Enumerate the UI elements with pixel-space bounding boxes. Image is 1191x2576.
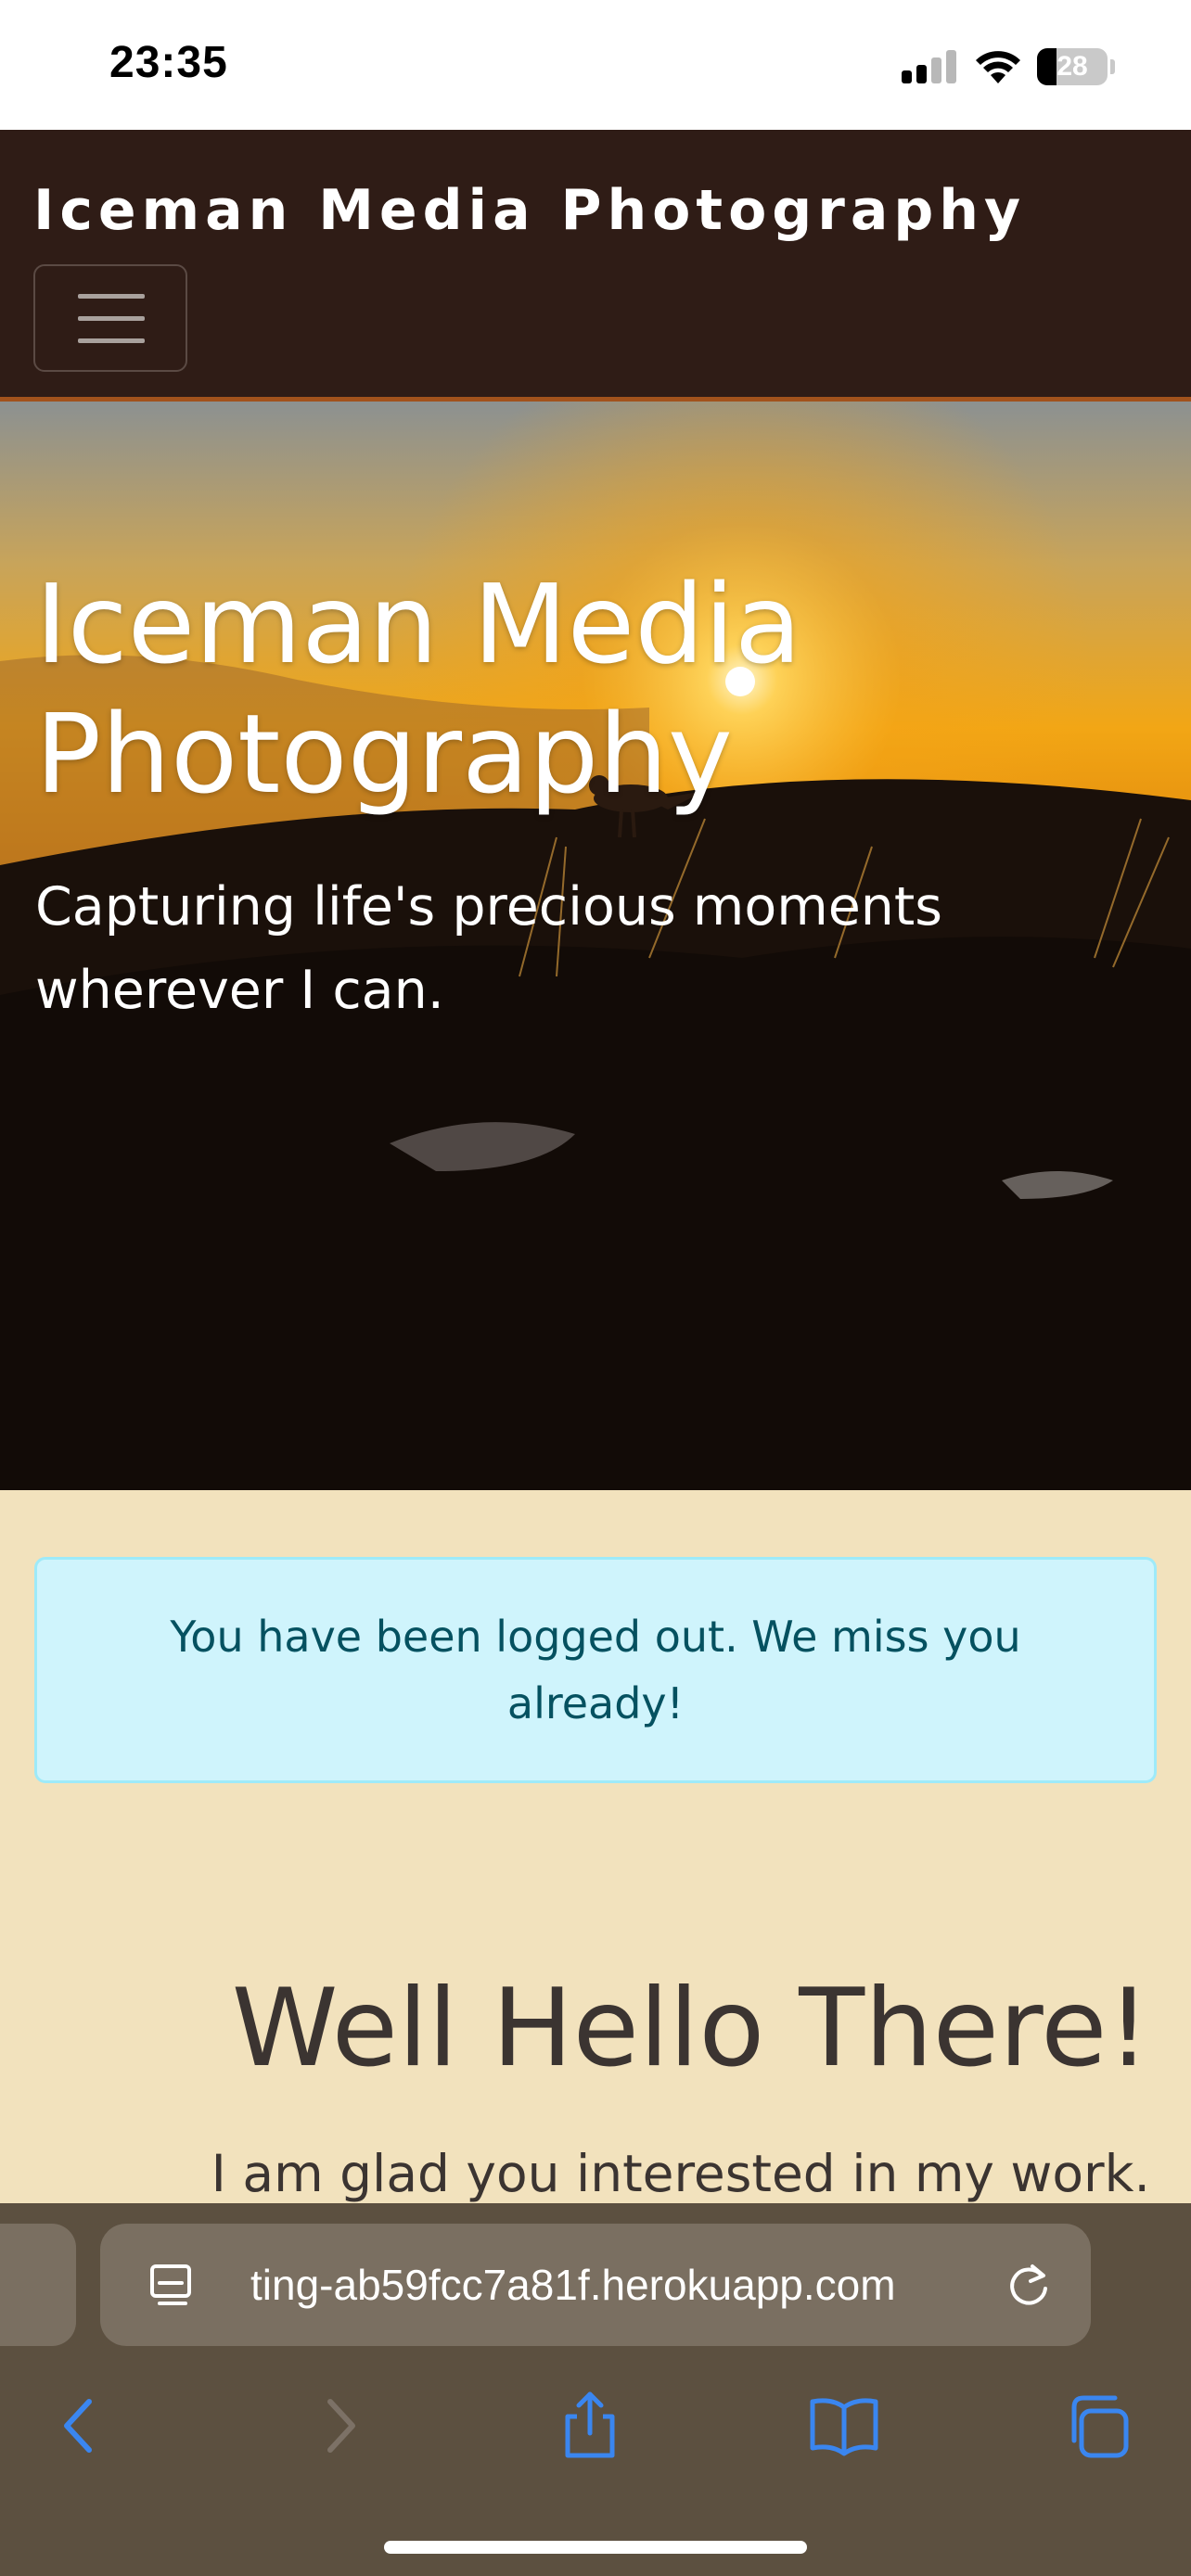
- alert-message: You have been logged out. We miss you al…: [170, 1612, 1021, 1728]
- battery-tip: [1110, 59, 1115, 74]
- status-bar: 23:35 28: [0, 0, 1191, 130]
- navbar: Iceman Media Photography: [0, 130, 1191, 402]
- welcome-heading: Well Hello There!: [231, 1966, 1150, 2091]
- back-icon[interactable]: [43, 2389, 117, 2463]
- logout-alert: You have been logged out. We miss you al…: [34, 1557, 1157, 1783]
- battery-icon: 28: [1037, 48, 1108, 85]
- tabs-icon[interactable]: [1061, 2389, 1135, 2463]
- status-time: 23:35: [109, 38, 228, 87]
- previous-tab-preview[interactable]: [0, 2224, 76, 2346]
- browser-bottom-bar: ting-ab59fcc7a81f.herokuapp.com: [0, 2203, 1191, 2576]
- menu-toggle-button[interactable]: [33, 264, 187, 372]
- hamburger-icon: [78, 294, 145, 299]
- battery-level: 28: [1057, 51, 1088, 82]
- url-text[interactable]: ting-ab59fcc7a81f.herokuapp.com: [250, 2224, 896, 2346]
- welcome-text: I am glad you interested in my work.: [211, 2144, 1150, 2203]
- wifi-icon: [976, 51, 1020, 83]
- page-menu-icon[interactable]: [148, 2263, 193, 2309]
- reload-icon[interactable]: [1005, 2261, 1053, 2309]
- cellular-signal-icon: [902, 50, 957, 83]
- hero-title: Iceman Media Photography: [35, 560, 802, 818]
- address-bar[interactable]: ting-ab59fcc7a81f.herokuapp.com: [100, 2224, 1091, 2346]
- forward-icon[interactable]: [302, 2389, 377, 2463]
- bookmarks-icon[interactable]: [807, 2389, 881, 2463]
- navbar-brand[interactable]: Iceman Media Photography: [33, 178, 1026, 243]
- hero-subtitle: Capturing life's precious moments wherev…: [35, 876, 942, 1021]
- home-indicator: [384, 2541, 807, 2554]
- share-icon[interactable]: [553, 2389, 627, 2463]
- hero-section: Iceman Media Photography Capturing life'…: [0, 402, 1191, 1490]
